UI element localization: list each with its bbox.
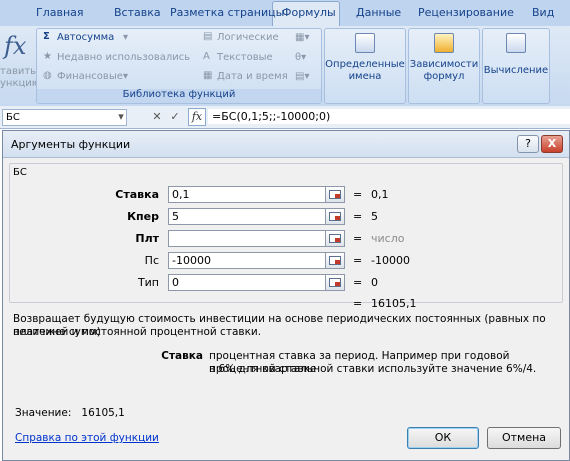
value-label: Значение: 16105,1 [15,407,125,419]
datetime-functions-button[interactable]: Дата и время [217,71,288,82]
check-icon[interactable]: ✓ [168,109,182,124]
sigma-icon: Σ [43,31,50,42]
arg-result-pv: -10000 [371,254,410,267]
arg-input-pmt[interactable] [168,230,326,247]
tab-view[interactable]: Вид [532,6,554,19]
collapse-dialog-icon[interactable] [325,274,345,291]
arg-input-rate[interactable]: 0,1 [168,186,326,203]
equals-sign: = [353,232,363,245]
text-icon: A [203,51,210,62]
collapse-dialog-icon[interactable] [325,208,345,225]
star-icon: ★ [43,51,52,62]
value-caption: Значение: [15,407,72,419]
equals-sign: = [353,276,363,289]
ok-button[interactable]: ОК [407,427,479,449]
defined-names-line1: Определенные [325,59,405,70]
close-icon[interactable]: X [541,135,563,153]
math-icon[interactable]: θ▾ [295,52,306,63]
value-number: 16105,1 [81,407,125,419]
lookup-icon[interactable]: ▦▾ [295,32,309,43]
arg-label-type: Тип [137,276,159,289]
defined-names-group[interactable]: Определенные имена [324,28,406,104]
tab-formulas[interactable]: Формулы [282,6,336,19]
autosum-button[interactable]: Автосумма [57,32,114,43]
calendar-icon: ▦ [203,70,213,81]
chevron-down-icon: ▾ [123,32,129,43]
fx-icon: fx [4,32,27,60]
arg-result-rate: 0,1 [371,188,389,201]
arg-input-type[interactable]: 0 [168,274,326,291]
tab-home[interactable]: Главная [36,6,84,19]
tab-review[interactable]: Рецензирование [418,6,514,19]
equals-sign: = [353,188,363,201]
tab-insert[interactable]: Вставка [114,6,161,19]
name-manager-icon [355,33,375,53]
calculation-label: Вычисление [483,65,549,76]
recent-functions-button[interactable]: Недавно использовались [57,52,190,63]
function-name-label: БС [13,167,27,178]
function-library-group: Σ Автосумма ▾ ★ Недавно использовались ◍… [36,28,322,104]
name-box[interactable]: БС [2,109,127,126]
function-description-line2: платежей и постоянной процентной ставки. [13,326,262,338]
formula-input[interactable]: =БС(0,1;5;;-10000;0) [208,109,570,124]
calculator-icon [506,33,526,53]
collapse-dialog-icon[interactable] [325,252,345,269]
function-library-caption: Библиотека функций [37,89,321,103]
defined-names-line2: имена [348,71,382,82]
param-description-line2: в 6% для квартальной ставки используйте … [209,363,537,375]
arg-input-nper[interactable]: 5 [168,208,326,225]
ribbon-tab-bar: Главная Вставка Разметка страницы Формул… [0,0,570,27]
cancel-button[interactable]: Отмена [487,427,561,449]
chevron-down-icon: ▾ [123,71,129,82]
insert-function-button[interactable]: fx тавить ункцию [0,26,40,102]
equals-sign: = [353,210,363,223]
arg-label-rate: Ставка [115,188,159,201]
cancel-icon[interactable]: ✕ [150,109,164,124]
formula-dependencies-group[interactable]: Зависимости формул [408,28,480,104]
dialog-title: Аргументы функции [11,138,131,151]
logical-functions-button[interactable]: Логические [217,32,279,43]
tab-page-layout[interactable]: Разметка страницы [170,6,284,19]
arg-result-nper: 5 [371,210,378,223]
dependencies-line2: формул [423,71,465,82]
insert-function-label-2: ункцию [0,78,41,89]
param-name: Ставка [161,350,203,362]
ribbon: fx тавить ункцию Σ Автосумма ▾ ★ Недавно… [0,26,570,107]
coins-icon: ◍ [43,70,52,81]
collapse-dialog-icon[interactable] [325,230,345,247]
arg-label-pmt: Плт [135,232,159,245]
help-link[interactable]: Справка по этой функции [15,432,159,444]
dependencies-icon [434,33,454,53]
arg-result-type: 0 [371,276,378,289]
arg-label-pv: Пс [144,254,159,267]
insert-function-icon[interactable]: fx [188,108,206,126]
chevron-down-icon[interactable]: ▾ [114,109,128,124]
more-functions-icon[interactable]: ▤▾ [295,71,309,82]
arg-input-pv[interactable]: -10000 [168,252,326,269]
equals-sign: = [353,297,363,310]
text-functions-button[interactable]: Текстовые [217,52,273,63]
help-icon[interactable]: ? [517,135,539,153]
insert-function-label-1: тавить [0,66,37,77]
dialog-titlebar[interactable]: Аргументы функции ? X [3,131,569,158]
calculation-group[interactable]: Вычисление [482,28,550,104]
arg-label-nper: Кпер [127,210,159,223]
arg-result-pmt: число [371,232,405,245]
financial-functions-button[interactable]: Финансовые [57,71,123,82]
formula-result: 16105,1 [371,297,417,310]
book-icon: ▤ [203,31,213,42]
collapse-dialog-icon[interactable] [325,186,345,203]
function-arguments-dialog: Аргументы функции ? X БС Ставка 0,1 = 0,… [2,130,570,461]
formula-bar: БС ▾ ✕ ✓ fx =БС(0,1;5;;-10000;0) [0,106,570,129]
dependencies-line1: Зависимости [409,59,479,70]
tab-data[interactable]: Данные [356,6,401,19]
equals-sign: = [353,254,363,267]
